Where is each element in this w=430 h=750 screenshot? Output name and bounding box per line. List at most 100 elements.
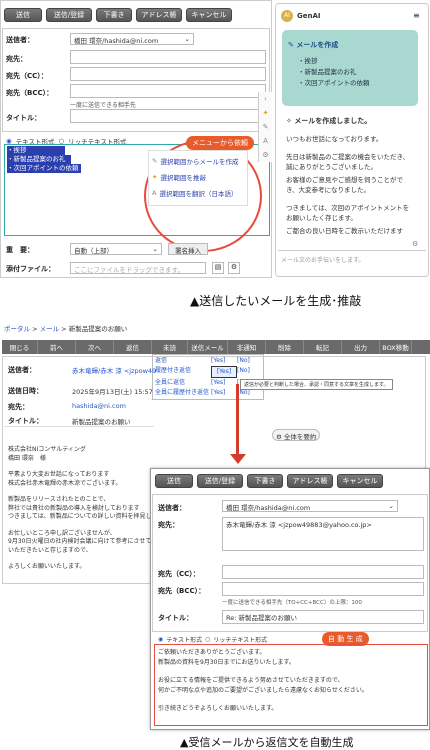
body-line	[8, 463, 152, 471]
sender-value: 橋田 環奈/hashida@ni.com	[74, 37, 159, 45]
settings-icon[interactable]: ⚙	[259, 148, 272, 162]
importance-value: 自動（上部）	[74, 247, 113, 255]
format-text-label: テキスト形式	[166, 637, 203, 644]
genai-input-placeholder: メール文のお手伝いをします。	[281, 257, 365, 264]
reply-body-text: ご依頼いただきありがとうございます。 新製品の資料を9月30日までにお送りいたし…	[158, 648, 368, 714]
collapse-icon[interactable]: ›	[259, 92, 272, 106]
response-line: いつもお世話になっております。	[286, 135, 383, 143]
sender-label: 送信者：	[6, 36, 34, 44]
body-selection: ・挨拶 ・新製品提案のお礼 ・次回アポイントの依頼	[7, 146, 81, 173]
side-strip: › ✦ ✎ A ⚙	[258, 92, 272, 162]
body-line: 新製品をリリースされたとのことで、	[8, 496, 110, 503]
radio-text-selected[interactable]: ◉	[158, 636, 163, 643]
bcc-input[interactable]	[70, 84, 266, 98]
radio-rich[interactable]: ○	[205, 636, 210, 643]
viewer-date-label: 送信日時：	[8, 387, 43, 395]
bcc-note: 一度に送信できる相手先	[70, 102, 136, 109]
genai-logo-icon: AI	[281, 10, 293, 22]
reply-button[interactable]: 返信	[114, 340, 152, 354]
body-line: つきましては、新製品についての詳しい資料を拝見し	[8, 513, 152, 520]
reply-cancel-button[interactable]: キャンセル	[337, 474, 383, 488]
importance-select[interactable]: 自動（上部） ⌄	[70, 243, 162, 255]
draft-button[interactable]: 下書き	[96, 8, 132, 22]
reply-to-value: 赤木竜輝/赤木 涼 <jzpow49883@yahoo.co.jp>	[226, 521, 372, 529]
attach-placeholder: ここにファイルをドラッグできます。	[74, 266, 184, 274]
summary-icon: ⚙	[276, 433, 284, 441]
cancel-button[interactable]: キャンセル	[186, 8, 232, 22]
menu-refine-selection[interactable]: ✦ 選択範囲を推敲	[152, 172, 206, 182]
menu-callout: メニューから依頼	[186, 136, 254, 150]
sparkle-icon[interactable]: ✦	[259, 106, 272, 120]
flow-arrow-head	[230, 454, 246, 464]
body-line	[8, 522, 152, 530]
response-line: お客様のご意見やご感想を伺うことができ、大変参考になりました。	[286, 175, 403, 195]
viewer-addr-value[interactable]: hashida@ni.com	[72, 402, 126, 410]
request-items: ・挨拶 ・新製品提案のお礼 ・次回アポイントの依頼	[298, 56, 370, 89]
body-line: いただきたいと存じますので、	[8, 546, 92, 554]
attach-label: 添付ファイル：	[6, 265, 55, 273]
transfer-button[interactable]: 転記	[304, 340, 342, 354]
viewer-sender-label: 送信者：	[8, 366, 36, 374]
response-line: 先日は新製品のご提案の機会をいただき、誠にありがとうございました。	[286, 152, 410, 172]
reply-cc-input[interactable]	[222, 565, 424, 579]
body-line: 橋田 環奈 様	[8, 454, 46, 462]
breadcrumb-portal[interactable]: ポータル	[4, 325, 30, 333]
response-body: いつもお世話になっております。 先日は新製品のご提案の機会をいただき、誠にありが…	[286, 134, 414, 236]
flow-arrow-line	[236, 384, 239, 456]
body-line: 株式会社赤木竜輝の赤木涼でございます。	[8, 479, 122, 487]
menu-create-from-selection[interactable]: ✎ 選択範囲からメールを作成	[152, 156, 238, 166]
reply-sender-select[interactable]: 橋田 環奈/hashida@ni.com ⌄	[222, 500, 398, 512]
viewer-addr-label: 宛先：	[8, 403, 29, 411]
signature-button[interactable]: 署名挿入	[168, 243, 208, 255]
body-line: 9月30日火曜日の社内検討会議に向けて参考にさせて	[8, 538, 152, 545]
sent-mail-button[interactable]: 送信メール	[188, 340, 228, 354]
title-input[interactable]	[70, 109, 266, 123]
sparkle-icon: ✦	[152, 173, 158, 181]
request-title-text: メールを作成	[296, 41, 339, 49]
delete-button[interactable]: 削除	[266, 340, 304, 354]
reply-title-input[interactable]: Re: 新製品提案のお願い	[222, 610, 424, 624]
reply-bcc-label: 宛先（BCC）：	[158, 587, 206, 595]
breadcrumb-mail[interactable]: メール	[40, 325, 60, 333]
to-input[interactable]	[70, 50, 266, 64]
reply-send-register-button[interactable]: 送信/登録	[197, 474, 243, 488]
sender-select[interactable]: 橋田 環奈/hashida@ni.com ⌄	[70, 33, 194, 45]
body-line	[8, 488, 152, 496]
viewer-date-value: 2025年9月13日(土) 15:57	[72, 388, 153, 396]
menu-translate-selection[interactable]: A 選択範囲を翻訳（日本語）	[152, 188, 237, 198]
prev-button[interactable]: 前へ	[38, 340, 76, 354]
breadcrumb: ポータル > メール > 新製品提案のお願い	[4, 325, 128, 333]
attach-file-icon[interactable]: ▤	[212, 262, 224, 274]
address-book-button[interactable]: アドレス帳	[136, 8, 182, 22]
translate-icon[interactable]: A	[259, 134, 272, 148]
attach-dropzone[interactable]: ここにファイルをドラッグできます。	[70, 262, 206, 274]
viewer-sender-value[interactable]: 赤木竜輝/赤木 涼 <jzpow49	[72, 365, 156, 375]
send-button[interactable]: 送信	[4, 8, 42, 22]
edit-icon[interactable]: ✎	[259, 120, 272, 134]
cc-input[interactable]	[70, 67, 266, 81]
caption-top: ▲送信したいメールを生成･推敲	[190, 294, 362, 308]
body-line: よろしくお願いいたします。	[8, 563, 86, 570]
next-button[interactable]: 次へ	[76, 340, 114, 354]
response-settings-icon[interactable]: ⚙	[412, 240, 418, 248]
genai-input[interactable]: メール文のお手伝いをします。	[278, 250, 426, 272]
summarize-button[interactable]: ⚙ 全体を要約	[272, 429, 320, 441]
reply-bcc-input[interactable]	[222, 582, 424, 596]
menu-label: 選択範囲を推敲	[160, 174, 206, 182]
request-item: ・挨拶	[298, 57, 318, 65]
export-button[interactable]: 出力	[342, 340, 380, 354]
reply-send-button[interactable]: 送信	[155, 474, 193, 488]
menu-label: 選択範囲からメールを作成	[160, 158, 239, 166]
close-button[interactable]: 閉じる	[2, 340, 38, 354]
box-move-button[interactable]: BOX移動	[380, 340, 412, 354]
viewer-body: 株式会社NIコンサルティング 橋田 環奈 様 平素より大変お世話になっております…	[8, 446, 152, 572]
reply-to-input[interactable]: 赤木竜輝/赤木 涼 <jzpow49883@yahoo.co.jp>	[222, 517, 424, 551]
no-notify-button[interactable]: 非通知	[228, 340, 266, 354]
reply-address-book-button[interactable]: アドレス帳	[287, 474, 333, 488]
unread-button[interactable]: 未読	[152, 340, 188, 354]
signature-label: 署名挿入	[175, 247, 201, 255]
reply-draft-button[interactable]: 下書き	[247, 474, 283, 488]
send-register-button[interactable]: 送信/登録	[46, 8, 92, 22]
attach-settings-icon[interactable]: ⚙	[228, 262, 240, 274]
menu-icon[interactable]: ≡	[413, 11, 420, 20]
